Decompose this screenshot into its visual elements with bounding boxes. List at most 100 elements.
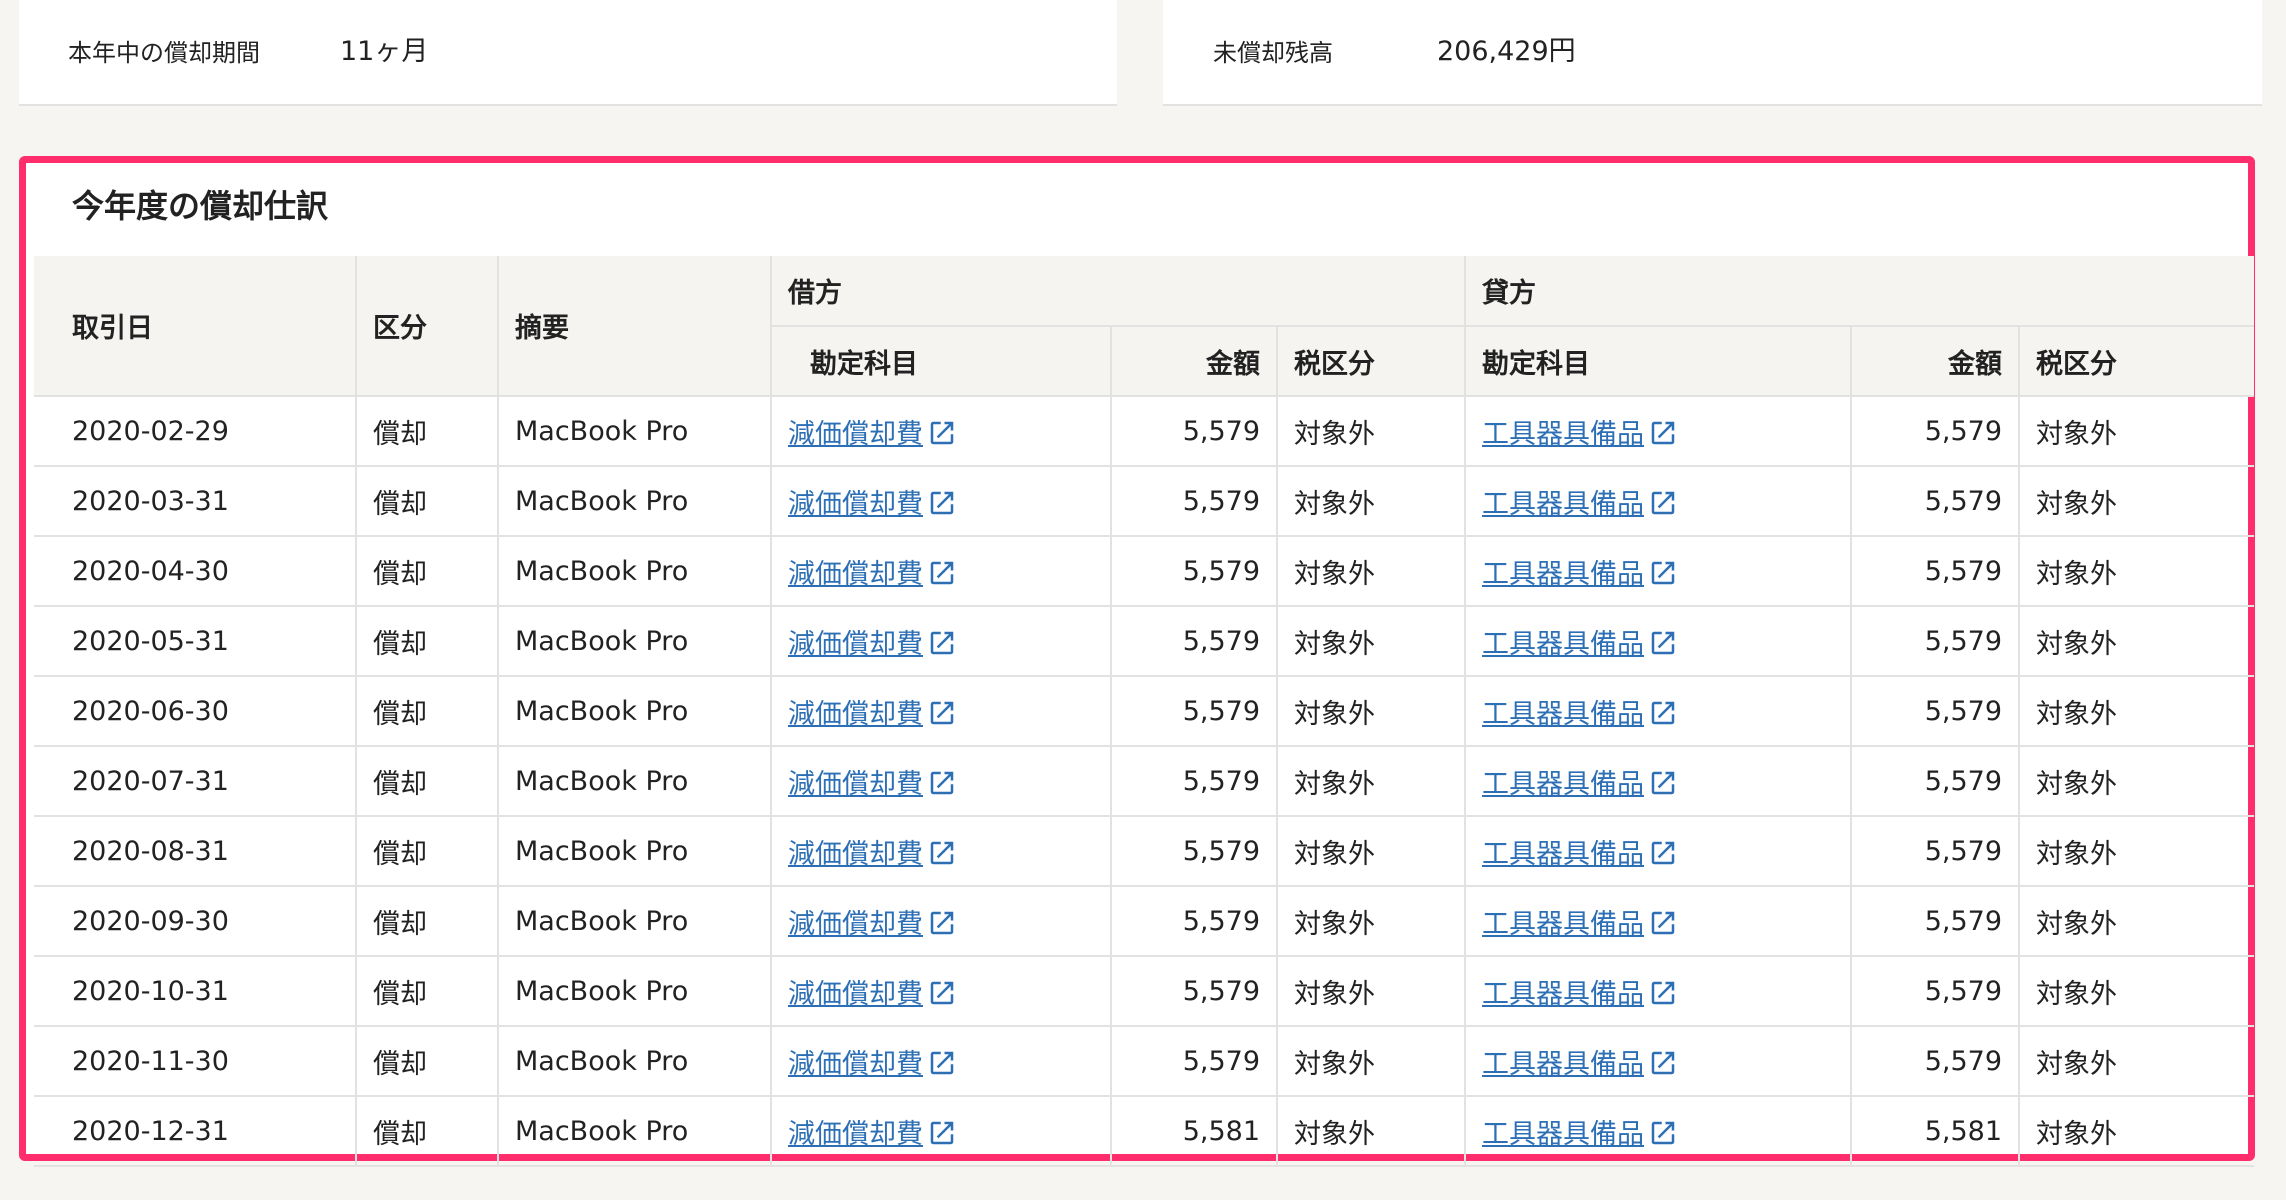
cell-debit-tax: 対象外 bbox=[1275, 955, 1467, 1027]
external-link-icon[interactable] bbox=[1648, 628, 1678, 658]
external-link-icon[interactable] bbox=[927, 908, 957, 938]
external-link-icon[interactable] bbox=[1648, 1048, 1678, 1078]
cell-category: 償却 bbox=[355, 885, 499, 957]
cell-date: 2020-06-30 bbox=[34, 675, 357, 747]
debit-account-link[interactable]: 減価償却費 bbox=[788, 839, 923, 870]
cell-credit-tax: 対象外 bbox=[2018, 955, 2255, 1027]
cell-category: 償却 bbox=[355, 815, 499, 887]
cell-credit-tax: 対象外 bbox=[2018, 815, 2255, 887]
debit-account-link[interactable]: 減価償却費 bbox=[788, 419, 923, 450]
external-link-icon[interactable] bbox=[1648, 558, 1678, 588]
credit-account-link[interactable]: 工具器具備品 bbox=[1482, 419, 1644, 450]
external-link-icon[interactable] bbox=[927, 1118, 957, 1148]
cell-debit-account: 減価償却費 bbox=[770, 1095, 1112, 1167]
cell-credit-amount: 5,579 bbox=[1850, 815, 2021, 887]
cell-debit-tax: 対象外 bbox=[1275, 885, 1467, 957]
cell-debit-amount: 5,579 bbox=[1110, 815, 1278, 887]
external-link-icon[interactable] bbox=[1648, 908, 1678, 938]
cell-date: 2020-10-31 bbox=[34, 955, 357, 1027]
external-link-icon[interactable] bbox=[927, 488, 957, 518]
cell-debit-amount: 5,579 bbox=[1110, 395, 1278, 467]
summary-period-card: 本年中の償却期間 11ヶ月 bbox=[19, 0, 1117, 106]
credit-account-link[interactable]: 工具器具備品 bbox=[1482, 559, 1644, 590]
credit-account-link[interactable]: 工具器具備品 bbox=[1482, 699, 1644, 730]
depreciation-journal-card: 今年度の償却仕訳 取引日 区分 摘要 借方 貸方 勘定科目 金額 税区分 勘定科… bbox=[19, 156, 2255, 1167]
header-credit-account: 勘定科目 bbox=[1464, 325, 1853, 397]
debit-account-link[interactable]: 減価償却費 bbox=[788, 559, 923, 590]
cell-credit-account: 工具器具備品 bbox=[1464, 675, 1853, 747]
cell-debit-account: 減価償却費 bbox=[770, 395, 1112, 467]
credit-account-link[interactable]: 工具器具備品 bbox=[1482, 769, 1644, 800]
cell-debit-tax: 対象外 bbox=[1275, 675, 1467, 747]
external-link-icon[interactable] bbox=[1648, 418, 1678, 448]
cell-credit-amount: 5,579 bbox=[1850, 675, 2021, 747]
external-link-icon[interactable] bbox=[927, 768, 957, 798]
external-link-icon[interactable] bbox=[1648, 1118, 1678, 1148]
cell-debit-amount: 5,579 bbox=[1110, 605, 1278, 677]
debit-account-link[interactable]: 減価償却費 bbox=[788, 1049, 923, 1080]
external-link-icon[interactable] bbox=[927, 698, 957, 728]
credit-account-link[interactable]: 工具器具備品 bbox=[1482, 979, 1644, 1010]
cell-credit-account: 工具器具備品 bbox=[1464, 465, 1853, 537]
external-link-icon[interactable] bbox=[1648, 838, 1678, 868]
cell-debit-account: 減価償却費 bbox=[770, 605, 1112, 677]
external-link-icon[interactable] bbox=[927, 418, 957, 448]
cell-category: 償却 bbox=[355, 745, 499, 817]
cell-credit-amount: 5,579 bbox=[1850, 605, 2021, 677]
cell-credit-account: 工具器具備品 bbox=[1464, 1095, 1853, 1167]
external-link-icon[interactable] bbox=[1648, 488, 1678, 518]
credit-account-link[interactable]: 工具器具備品 bbox=[1482, 1049, 1644, 1080]
external-link-icon[interactable] bbox=[927, 838, 957, 868]
table-row: 2020-08-31 償却 MacBook Pro 減価償却費 5,579 対象… bbox=[34, 815, 2255, 887]
debit-account-link[interactable]: 減価償却費 bbox=[788, 979, 923, 1010]
cell-debit-tax: 対象外 bbox=[1275, 1025, 1467, 1097]
credit-account-link[interactable]: 工具器具備品 bbox=[1482, 1119, 1644, 1150]
credit-account-link[interactable]: 工具器具備品 bbox=[1482, 839, 1644, 870]
cell-debit-amount: 5,579 bbox=[1110, 885, 1278, 957]
debit-account-link[interactable]: 減価償却費 bbox=[788, 1119, 923, 1150]
table-row: 2020-02-29 償却 MacBook Pro 減価償却費 5,579 対象… bbox=[34, 395, 2255, 467]
period-value: 11ヶ月 bbox=[340, 36, 429, 67]
debit-account-link[interactable]: 減価償却費 bbox=[788, 699, 923, 730]
table-row: 2020-12-31 償却 MacBook Pro 減価償却費 5,581 対象… bbox=[34, 1095, 2255, 1167]
table-row: 2020-03-31 償却 MacBook Pro 減価償却費 5,579 対象… bbox=[34, 465, 2255, 537]
cell-description: MacBook Pro bbox=[497, 815, 772, 887]
cell-description: MacBook Pro bbox=[497, 675, 772, 747]
external-link-icon[interactable] bbox=[927, 1048, 957, 1078]
table-row: 2020-10-31 償却 MacBook Pro 減価償却費 5,579 対象… bbox=[34, 955, 2255, 1027]
external-link-icon[interactable] bbox=[1648, 698, 1678, 728]
debit-account-link[interactable]: 減価償却費 bbox=[788, 909, 923, 940]
journal-rows: 2020-02-29 償却 MacBook Pro 減価償却費 5,579 対象… bbox=[34, 395, 2255, 1167]
external-link-icon[interactable] bbox=[1648, 768, 1678, 798]
cell-credit-account: 工具器具備品 bbox=[1464, 395, 1853, 467]
cell-debit-tax: 対象外 bbox=[1275, 605, 1467, 677]
header-category: 区分 bbox=[355, 256, 499, 397]
debit-account-link[interactable]: 減価償却費 bbox=[788, 769, 923, 800]
external-link-icon[interactable] bbox=[927, 558, 957, 588]
credit-account-link[interactable]: 工具器具備品 bbox=[1482, 629, 1644, 660]
depreciation-journal-table: 取引日 区分 摘要 借方 貸方 勘定科目 金額 税区分 勘定科目 金額 税区分 … bbox=[34, 256, 2255, 1167]
debit-account-link[interactable]: 減価償却費 bbox=[788, 489, 923, 520]
cell-date: 2020-07-31 bbox=[34, 745, 357, 817]
table-row: 2020-05-31 償却 MacBook Pro 減価償却費 5,579 対象… bbox=[34, 605, 2255, 677]
credit-account-link[interactable]: 工具器具備品 bbox=[1482, 489, 1644, 520]
external-link-icon[interactable] bbox=[927, 978, 957, 1008]
debit-account-link[interactable]: 減価償却費 bbox=[788, 629, 923, 660]
cell-credit-tax: 対象外 bbox=[2018, 395, 2255, 467]
external-link-icon[interactable] bbox=[927, 628, 957, 658]
table-row: 2020-11-30 償却 MacBook Pro 減価償却費 5,579 対象… bbox=[34, 1025, 2255, 1097]
cell-date: 2020-02-29 bbox=[34, 395, 357, 467]
external-link-icon[interactable] bbox=[1648, 978, 1678, 1008]
cell-description: MacBook Pro bbox=[497, 605, 772, 677]
cell-debit-tax: 対象外 bbox=[1275, 465, 1467, 537]
table-row: 2020-09-30 償却 MacBook Pro 減価償却費 5,579 対象… bbox=[34, 885, 2255, 957]
cell-credit-tax: 対象外 bbox=[2018, 465, 2255, 537]
header-credit-amount: 金額 bbox=[1850, 325, 2021, 397]
header-description: 摘要 bbox=[497, 256, 772, 397]
cell-debit-tax: 対象外 bbox=[1275, 395, 1467, 467]
cell-credit-amount: 5,581 bbox=[1850, 1095, 2021, 1167]
cell-debit-tax: 対象外 bbox=[1275, 535, 1467, 607]
cell-description: MacBook Pro bbox=[497, 465, 772, 537]
credit-account-link[interactable]: 工具器具備品 bbox=[1482, 909, 1644, 940]
header-credit-tax: 税区分 bbox=[2018, 325, 2255, 397]
